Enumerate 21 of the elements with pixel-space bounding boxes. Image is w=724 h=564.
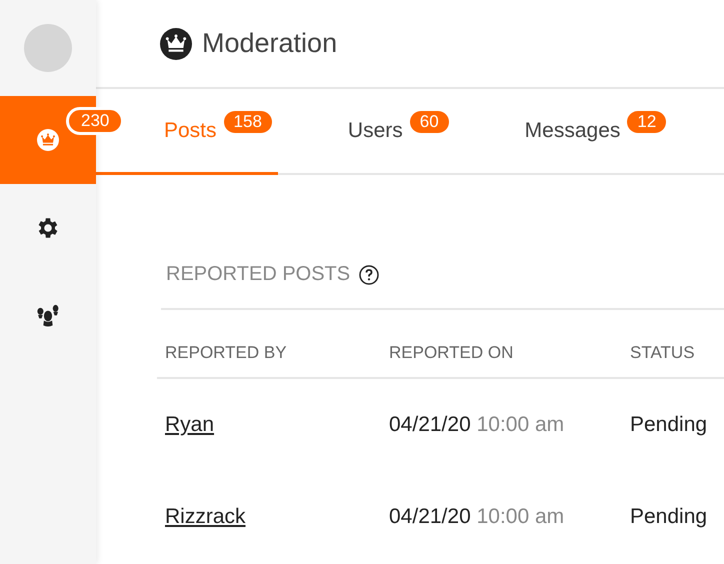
crown-icon	[160, 28, 192, 60]
tab[interactable]: Users 60	[278, 89, 455, 175]
tab[interactable]: Messages 12	[454, 89, 672, 175]
crown-icon	[37, 129, 59, 151]
count-badge: 12	[627, 110, 666, 132]
column-header: REPORTED ON	[381, 310, 622, 378]
status-text: Pending	[630, 413, 708, 436]
user-link[interactable]: Ryan	[165, 413, 214, 436]
section-title: REPORTED POSTS	[166, 263, 350, 286]
status-text: Pending	[630, 505, 708, 528]
date-text: 04/21/20	[389, 413, 471, 436]
column-header: STATUS	[622, 310, 724, 378]
date-text: 04/21/20	[389, 505, 471, 528]
page-title: Moderation	[202, 28, 338, 59]
count-badge: 158	[224, 110, 272, 132]
help-icon[interactable]	[359, 264, 380, 284]
time-text: 10:00 am	[476, 505, 564, 528]
column-header: REPORTED BY	[157, 310, 381, 378]
time-text: 10:00 am	[476, 413, 564, 436]
user-link[interactable]: Rizzrack	[165, 505, 246, 528]
count-badge: 60	[410, 110, 449, 132]
